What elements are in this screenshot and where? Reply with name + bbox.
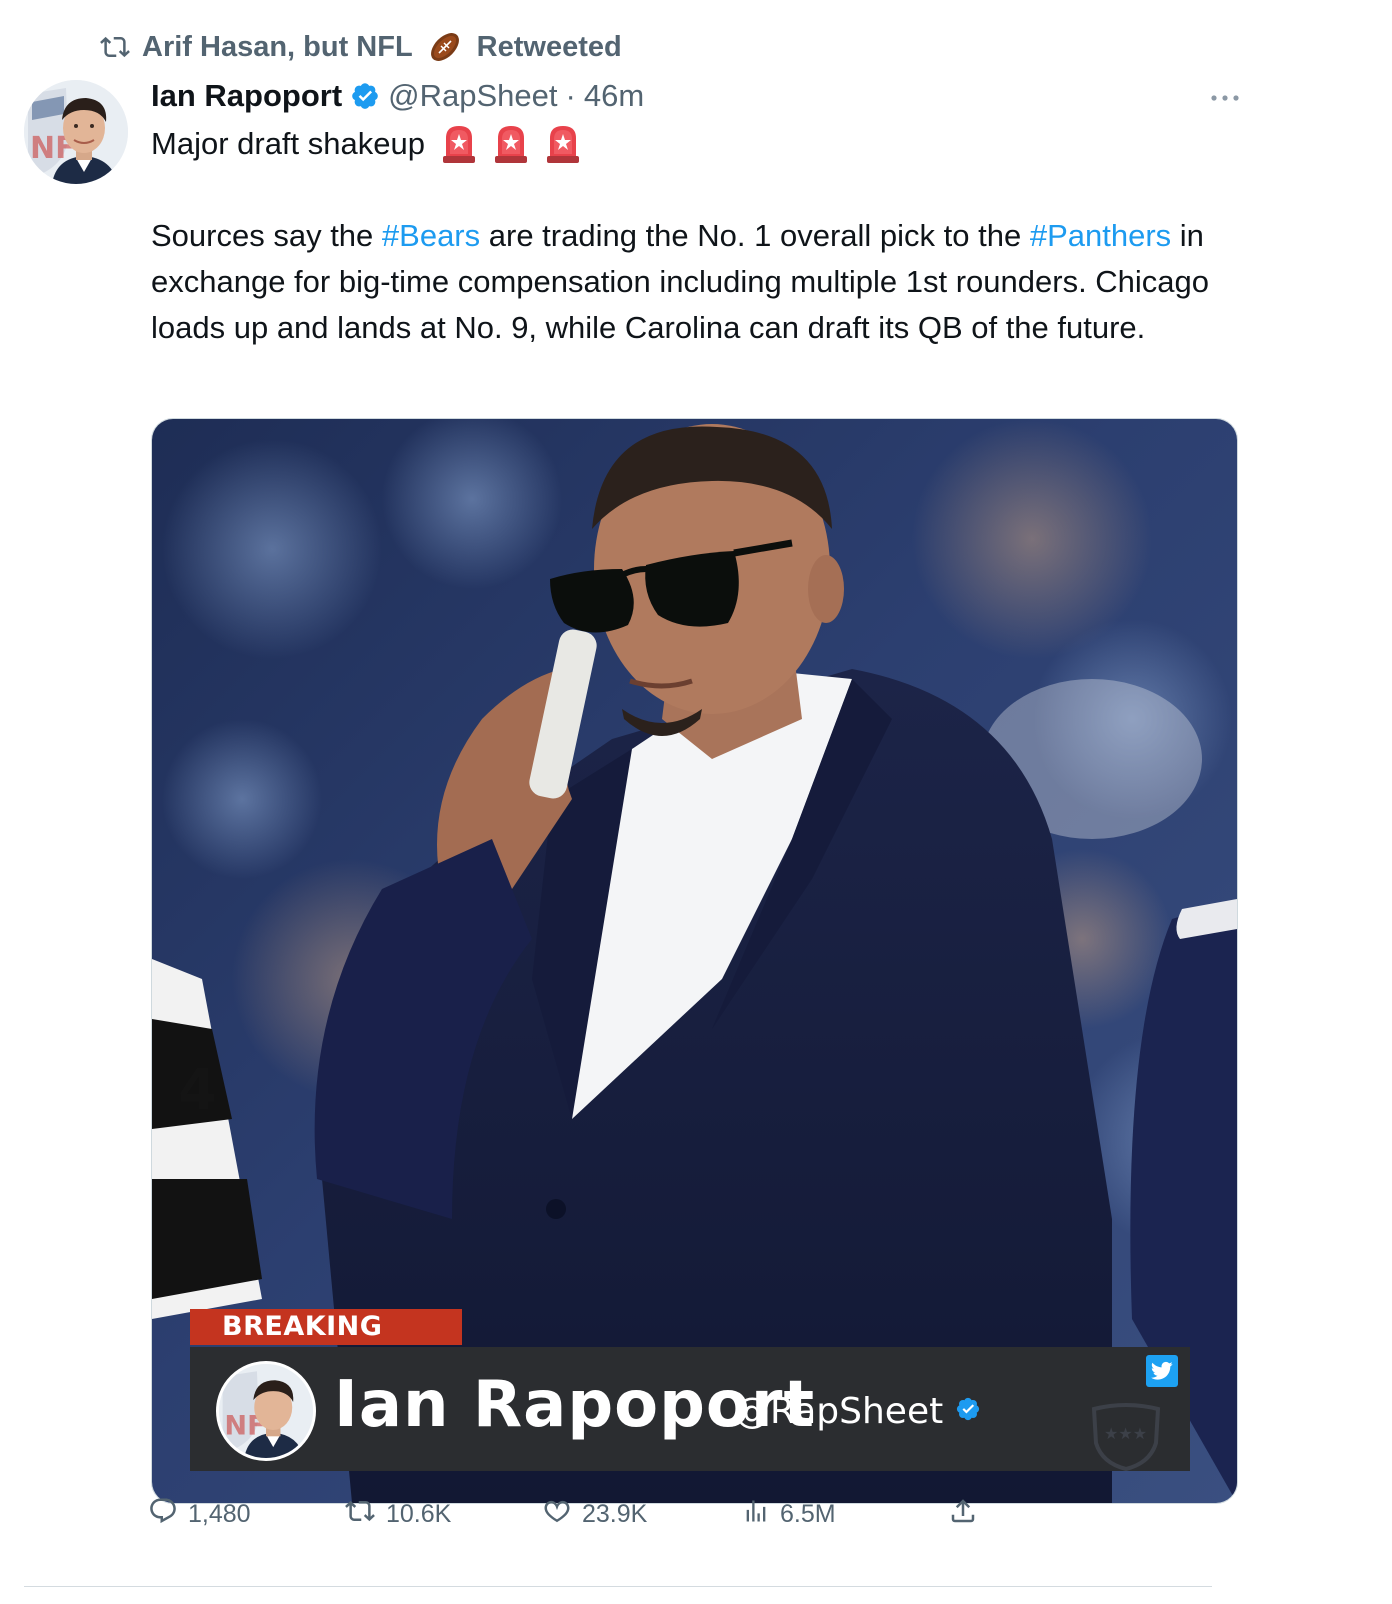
breaking-news-tag: BREAKING NEWS: [190, 1309, 462, 1378]
tweet-headline-row: Major draft shakeup: [151, 118, 581, 170]
like-count: 23.9K: [582, 1499, 648, 1528]
hashtag-panthers-link[interactable]: #Panthers: [1030, 218, 1171, 253]
overlay-verified-icon: [955, 1396, 981, 1427]
separator-dot: ·: [565, 78, 576, 113]
retweeted-label: Retweeted: [476, 30, 622, 63]
tweet-body-part: Sources say the: [151, 218, 382, 253]
views-count: 6.5M: [780, 1499, 836, 1528]
like-button[interactable]: 23.9K: [542, 1494, 647, 1534]
author-name[interactable]: Ian Rapoport: [151, 78, 342, 114]
tweet-headline: Major draft shakeup: [151, 126, 425, 161]
tweet-divider: [24, 1586, 1212, 1587]
retweet-icon: [98, 32, 132, 62]
nfl-shield-icon: ★★★: [1090, 1399, 1162, 1476]
siren-emoji-icon: [435, 124, 477, 164]
author-handle[interactable]: @RapSheet: [388, 78, 557, 114]
verified-badge-icon[interactable]: [350, 81, 380, 111]
more-options-button[interactable]: [1205, 78, 1245, 118]
siren-emoji-icon: [487, 124, 529, 164]
views-button[interactable]: 6.5M: [742, 1494, 836, 1534]
reply-icon: [148, 1496, 178, 1533]
tweet-actions-bar: 1,480 10.6K 23.9K 6.5M: [148, 1494, 1048, 1534]
siren-emoji-icon: [539, 124, 581, 164]
retweet-count: 10.6K: [386, 1499, 452, 1528]
twitter-bird-icon: [1146, 1355, 1178, 1387]
tweet-body-part: are trading the No. 1 overall pick to th…: [480, 218, 1030, 253]
retweet-button[interactable]: 10.6K: [344, 1494, 451, 1534]
tweet-timestamp[interactable]: 46m: [584, 78, 644, 114]
tweet-media-image[interactable]: 4 BREAKING NEWS: [151, 418, 1238, 1504]
reply-button[interactable]: 1,480: [148, 1494, 251, 1534]
retweeter-name[interactable]: Arif Hasan, but NFL: [142, 31, 413, 64]
tweet-author-row: Ian Rapoport @RapSheet · 46m: [151, 72, 644, 120]
reply-count: 1,480: [188, 1499, 251, 1528]
share-button[interactable]: [948, 1494, 978, 1534]
svg-text:4: 4: [178, 1058, 217, 1123]
author-avatar[interactable]: NF: [24, 80, 128, 184]
views-chart-icon: [742, 1496, 770, 1533]
tweet-body-text: Sources say the #Bears are trading the N…: [151, 213, 1211, 351]
overlay-avatar: NF: [216, 1361, 316, 1461]
retweet-header[interactable]: Arif Hasan, but NFL Retweeted: [98, 24, 622, 70]
share-upload-icon: [948, 1496, 978, 1533]
heart-icon: [542, 1496, 572, 1533]
media-lower-third: NF Ian Rapoport @RapSheet ★★★: [190, 1347, 1190, 1472]
hashtag-bears-link[interactable]: #Bears: [382, 218, 480, 253]
retweet-icon: [344, 1496, 376, 1533]
overlay-handle-row: @RapSheet: [734, 1391, 981, 1432]
overlay-handle: @RapSheet: [734, 1391, 944, 1432]
more-dots-icon: [1210, 89, 1240, 107]
svg-text:★★★: ★★★: [1104, 1424, 1147, 1443]
football-emoji-icon: [427, 29, 463, 65]
